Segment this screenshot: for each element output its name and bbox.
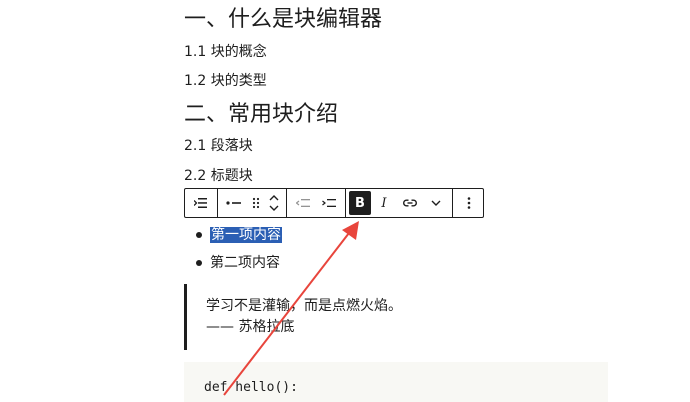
heading-1-1[interactable]: 1.1 块的概念 (184, 42, 267, 62)
toolbar-group-options (453, 189, 485, 217)
block-toolbar: B I (184, 188, 484, 218)
quote-text[interactable]: 学习不是灌输，而是点燃火焰。 (206, 296, 402, 316)
toolbar-group-move (218, 189, 287, 217)
heading-1[interactable]: 一、什么是块编辑器 (184, 5, 382, 35)
outdent-icon[interactable] (290, 191, 316, 215)
link-icon[interactable] (397, 191, 423, 215)
more-rich-text-icon[interactable] (423, 191, 449, 215)
list-style-icon[interactable] (221, 191, 247, 215)
italic-icon[interactable]: I (371, 191, 397, 215)
bold-icon[interactable]: B (349, 191, 371, 215)
selected-text[interactable]: 第一项内容 (210, 227, 282, 243)
bullet-list[interactable]: 第一项内容 第二项内容 (196, 224, 282, 280)
list-item[interactable]: 第一项内容 (196, 224, 282, 252)
code-line[interactable]: def hello(): (204, 380, 298, 395)
heading-2-1[interactable]: 2.1 段落块 (184, 136, 253, 156)
move-up-down-icon[interactable] (265, 191, 283, 215)
quote-block[interactable]: 学习不是灌输，而是点燃火焰。 —— 苏格拉底 (184, 284, 467, 350)
indent-icon[interactable] (316, 191, 342, 215)
toolbar-group-transform (185, 189, 218, 217)
toolbar-group-indent (287, 189, 346, 217)
list-item[interactable]: 第二项内容 (196, 252, 282, 280)
heading-2[interactable]: 二、常用块介绍 (184, 100, 338, 130)
list-transform-icon[interactable] (188, 191, 214, 215)
list-item-text: 第二项内容 (210, 255, 280, 271)
drag-handle-icon[interactable] (247, 191, 265, 215)
code-block[interactable]: def hello(): (184, 362, 608, 402)
quote-citation[interactable]: —— 苏格拉底 (206, 317, 294, 337)
options-icon[interactable] (456, 191, 482, 215)
toolbar-group-format: B I (346, 189, 453, 217)
heading-1-2[interactable]: 1.2 块的类型 (184, 71, 267, 91)
heading-2-2[interactable]: 2.2 标题块 (184, 166, 253, 186)
